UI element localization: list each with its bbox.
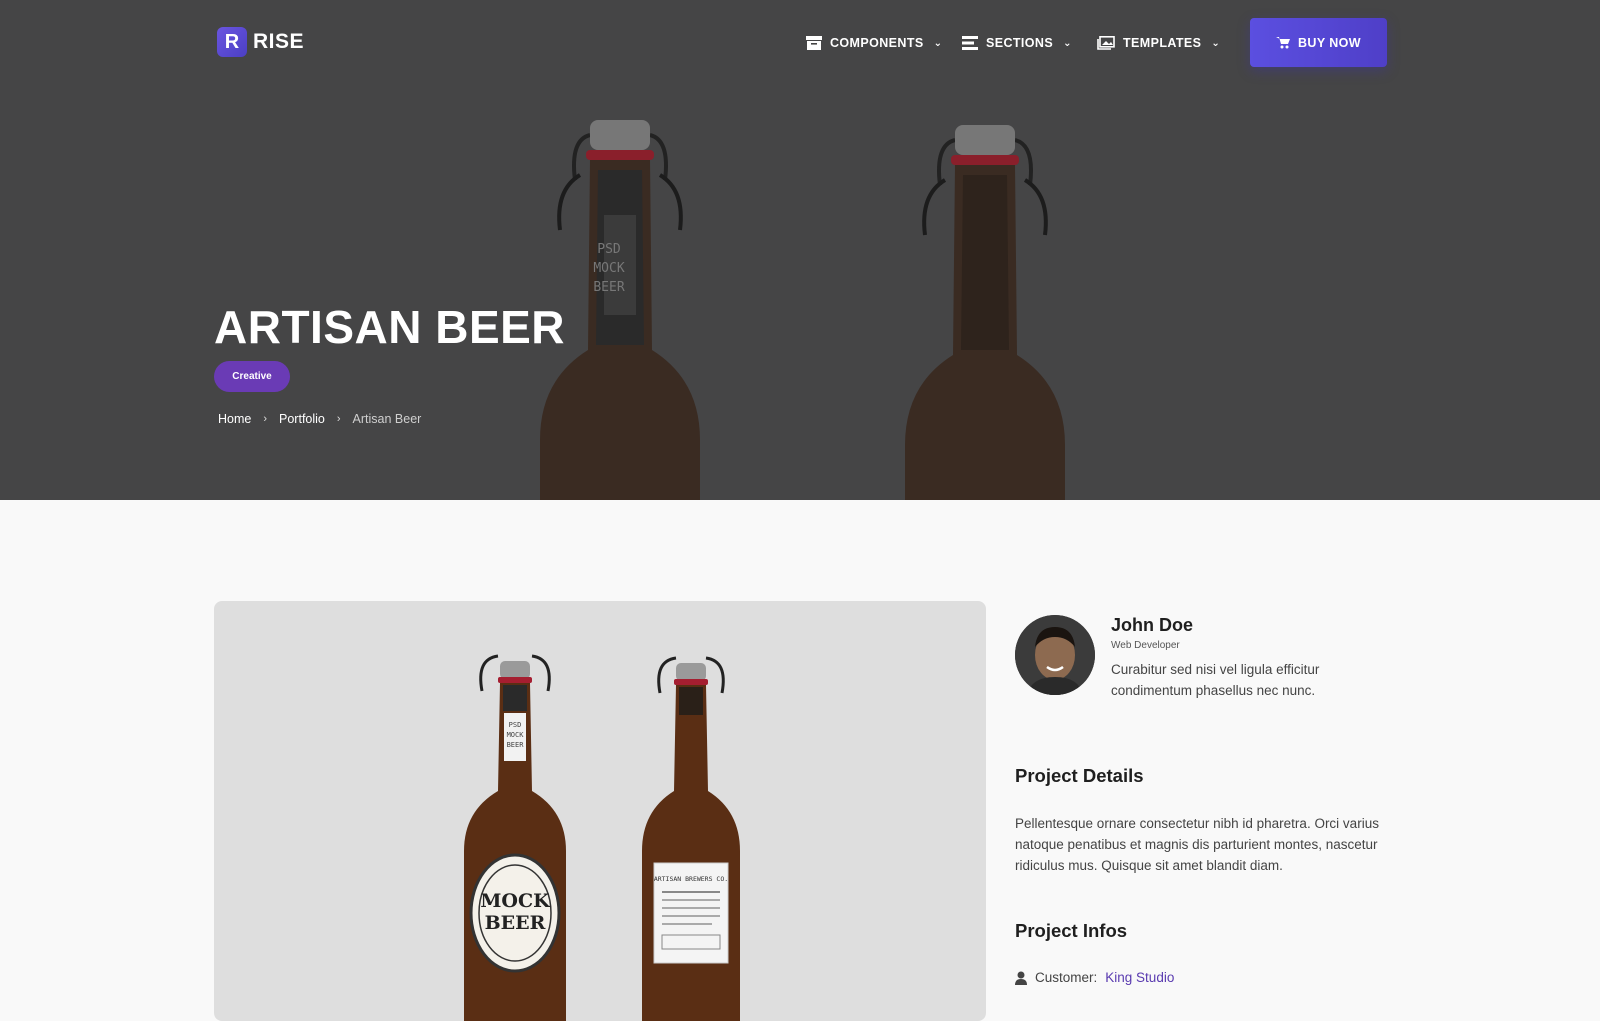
hero-label-line: BEER [593, 280, 625, 295]
customer-link[interactable]: King Studio [1105, 970, 1174, 985]
project-details-text: Pellentesque ornare consectetur nibh id … [1015, 816, 1379, 873]
nav-templates[interactable]: TEMPLATES ⌄ [1097, 36, 1220, 50]
archive-icon [806, 36, 822, 50]
nav-sections[interactable]: SECTIONS ⌄ [962, 36, 1072, 50]
user-icon [1015, 971, 1027, 985]
avatar[interactable] [1015, 615, 1095, 695]
nav-templates-label: TEMPLATES [1123, 36, 1202, 50]
top-navbar: R RISE COMPONENTS ⌄ SECTIONS ⌄ TEMPLATES… [0, 0, 1600, 90]
customer-label: Customer: [1035, 970, 1098, 985]
hero-label-line: PSD [597, 242, 621, 257]
breadcrumb: Home › Portfolio › Artisan Beer [218, 412, 421, 426]
cart-icon [1276, 37, 1290, 49]
chevron-down-icon: ⌄ [1211, 37, 1221, 49]
svg-text:ARTISAN BREWERS CO.: ARTISAN BREWERS CO. [654, 875, 728, 883]
buy-now-button[interactable]: BUY NOW [1250, 18, 1387, 67]
svg-text:MOCK: MOCK [480, 890, 551, 912]
project-details-heading: Project Details [1015, 765, 1144, 786]
svg-text:PSD: PSD [509, 721, 522, 729]
customer-info: Customer: King Studio [1015, 970, 1174, 985]
project-image: MOCK BEER PSD MOCK BEER ARTISAN BREWERS … [214, 601, 986, 1021]
project-infos-heading: Project Infos [1015, 920, 1128, 941]
hero-banner: PSD MOCK BEER R RISE COMPONENTS ⌄ SECTIO… [0, 0, 1600, 500]
nav-components-label: COMPONENTS [830, 36, 924, 50]
chevron-down-icon: ⌄ [1063, 37, 1072, 49]
images-icon [1097, 36, 1115, 50]
page-title: ARTISAN BEER [214, 301, 566, 353]
chevron-right-icon: › [336, 413, 341, 425]
buy-now-label: BUY NOW [1298, 35, 1361, 50]
nav-components[interactable]: COMPONENTS ⌄ [806, 36, 942, 50]
category-badge[interactable]: Creative [214, 361, 290, 392]
nav-sections-label: SECTIONS [986, 36, 1054, 50]
right-bottle-image: ARTISAN BREWERS CO. [642, 656, 740, 1021]
hero-label: PSD MOCK BEER [592, 240, 626, 297]
svg-text:BEER: BEER [507, 741, 525, 749]
breadcrumb-home[interactable]: Home [218, 412, 251, 426]
author-name: John Doe [1111, 615, 1194, 635]
logo[interactable]: R RISE [217, 27, 304, 57]
breadcrumb-portfolio[interactable]: Portfolio [279, 412, 325, 426]
breadcrumb-current: Artisan Beer [352, 412, 422, 426]
author-role: Web Developer [1111, 640, 1180, 651]
svg-text:MOCK: MOCK [507, 731, 525, 739]
logo-mark: R [217, 27, 247, 57]
left-bottle-image: MOCK BEER PSD MOCK BEER [464, 654, 566, 1021]
hero-bottle-right [885, 125, 1085, 500]
chevron-right-icon: › [263, 413, 268, 425]
author-bio: Curabitur sed nisi vel ligula efficitur … [1111, 662, 1320, 698]
logo-text: RISE [253, 30, 305, 53]
hero-label-line: MOCK [593, 261, 625, 276]
chevron-down-icon: ⌄ [933, 37, 943, 49]
list-icon [962, 36, 978, 50]
svg-text:BEER: BEER [485, 912, 546, 934]
